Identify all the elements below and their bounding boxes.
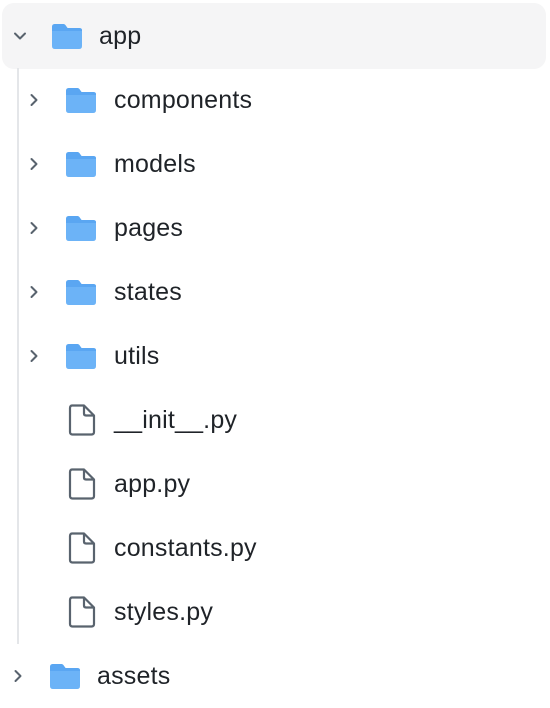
tree-row-utils[interactable]: utils <box>0 324 550 388</box>
folder-icon <box>64 86 98 114</box>
tree-row-models[interactable]: models <box>0 132 550 196</box>
file-icon <box>68 468 96 500</box>
tree-row-label: pages <box>114 214 184 242</box>
tree-row-label: models <box>114 150 196 178</box>
file-icon <box>68 596 96 628</box>
folder-icon <box>64 214 98 242</box>
folder-icon <box>64 278 98 306</box>
file-icon <box>68 532 96 564</box>
tree-row-label: __init__.py <box>114 406 238 434</box>
tree-row-assets[interactable]: assets <box>0 644 550 708</box>
folder-icon <box>64 150 98 178</box>
chevron-right-icon[interactable] <box>26 92 42 108</box>
tree-row-app-py[interactable]: app.py <box>0 452 550 516</box>
tree-row-label: components <box>114 86 253 114</box>
tree-row-app[interactable]: app <box>2 3 546 69</box>
chevron-right-icon[interactable] <box>10 668 26 684</box>
tree-row-states[interactable]: states <box>0 260 550 324</box>
tree-row-label: app <box>99 22 142 50</box>
chevron-right-icon[interactable] <box>26 348 42 364</box>
tree-row-label: styles.py <box>114 598 214 626</box>
tree-row-label: utils <box>114 342 160 370</box>
tree-row-init-py[interactable]: __init__.py <box>0 388 550 452</box>
tree-row-pages[interactable]: pages <box>0 196 550 260</box>
file-tree: app components models pages states utils… <box>0 0 550 706</box>
tree-row-label: app.py <box>114 470 191 498</box>
chevron-right-icon[interactable] <box>26 220 42 236</box>
tree-row-label: constants.py <box>114 534 257 562</box>
chevron-down-icon[interactable] <box>12 28 28 44</box>
tree-row-components[interactable]: components <box>0 68 550 132</box>
file-icon <box>68 404 96 436</box>
tree-row-styles-py[interactable]: styles.py <box>0 580 550 644</box>
chevron-right-icon[interactable] <box>26 156 42 172</box>
tree-row-label: states <box>114 278 182 306</box>
folder-icon <box>48 662 82 690</box>
tree-row-label: assets <box>97 662 171 690</box>
folder-icon <box>64 342 98 370</box>
folder-icon <box>50 22 84 50</box>
tree-row-constants-py[interactable]: constants.py <box>0 516 550 580</box>
chevron-right-icon[interactable] <box>26 284 42 300</box>
